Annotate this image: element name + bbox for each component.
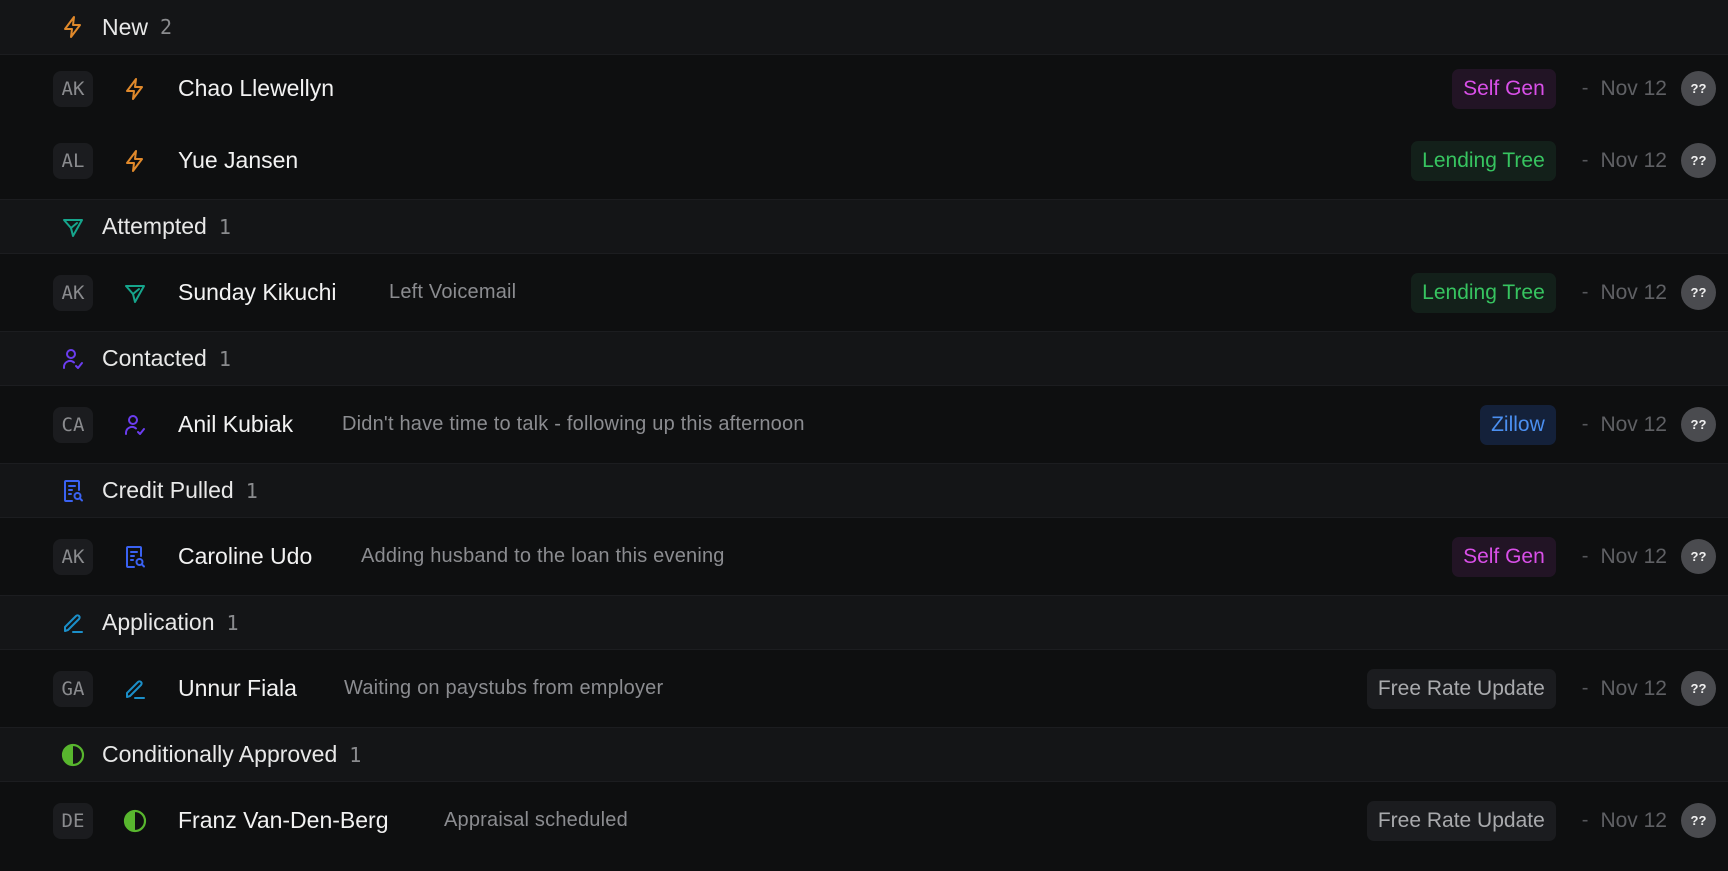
assignee-initials: AL bbox=[53, 142, 93, 179]
owner-avatar[interactable]: ?? bbox=[1681, 143, 1716, 178]
lead-note: Appraisal scheduled bbox=[444, 809, 628, 831]
group-title: Attempted bbox=[102, 213, 207, 239]
assignee-initials: GA bbox=[53, 670, 93, 707]
date-label: Nov 12 bbox=[1600, 280, 1667, 304]
lead-row[interactable]: AK Sunday Kikuchi Left Voicemail Lending… bbox=[0, 254, 1728, 331]
group-title: Application bbox=[102, 609, 215, 635]
source-tag[interactable]: Lending Tree bbox=[1411, 140, 1556, 181]
lead-row[interactable]: AL Yue Jansen Lending Tree - Nov 12 ?? bbox=[0, 122, 1728, 199]
owner-avatar[interactable]: ?? bbox=[1681, 71, 1716, 106]
row-meta: Lending Tree - Nov 12 ?? bbox=[1411, 272, 1716, 313]
row-meta: Free Rate Update - Nov 12 ?? bbox=[1366, 800, 1716, 841]
group-count: 1 bbox=[218, 346, 231, 371]
date-label: Nov 12 bbox=[1600, 808, 1667, 832]
source-tag[interactable]: Free Rate Update bbox=[1366, 800, 1556, 841]
pipeline-list: New 2 AK Chao Llewellyn Self Gen - Nov 1… bbox=[0, 0, 1728, 871]
group-count: 1 bbox=[218, 214, 231, 239]
owner-avatar[interactable]: ?? bbox=[1681, 275, 1716, 310]
lead-note: Didn't have time to talk - following up … bbox=[342, 413, 805, 435]
group-header-application[interactable]: Application 1 bbox=[0, 595, 1728, 650]
row-meta: Self Gen - Nov 12 ?? bbox=[1452, 536, 1716, 577]
separator: - bbox=[1581, 809, 1589, 831]
group-header-new[interactable]: New 2 bbox=[0, 0, 1728, 55]
date-label: Nov 12 bbox=[1600, 544, 1667, 568]
group-title: Conditionally Approved bbox=[102, 741, 338, 767]
group-title: Credit Pulled bbox=[102, 477, 234, 503]
assignee-initials: AK bbox=[53, 274, 93, 311]
owner-avatar[interactable]: ?? bbox=[1681, 407, 1716, 442]
source-tag[interactable]: Free Rate Update bbox=[1366, 668, 1556, 709]
row-meta: Zillow - Nov 12 ?? bbox=[1480, 404, 1716, 445]
group-count: 1 bbox=[349, 742, 362, 767]
owner-avatar[interactable]: ?? bbox=[1681, 671, 1716, 706]
source-tag[interactable]: Lending Tree bbox=[1411, 272, 1556, 313]
group-header-contacted[interactable]: Contacted 1 bbox=[0, 331, 1728, 386]
lead-note: Adding husband to the loan this evening bbox=[361, 545, 725, 567]
lightning-icon bbox=[122, 148, 148, 174]
source-tag[interactable]: Self Gen bbox=[1452, 536, 1556, 577]
assignee-initials: DE bbox=[53, 802, 93, 839]
date-label: Nov 12 bbox=[1600, 412, 1667, 436]
lead-note: Left Voicemail bbox=[389, 281, 517, 303]
pen-icon bbox=[60, 610, 86, 636]
lead-name[interactable]: Anil Kubiak bbox=[178, 411, 293, 438]
assignee-initials: CA bbox=[53, 406, 93, 443]
assignee-initials: AK bbox=[53, 70, 93, 107]
lead-name[interactable]: Chao Llewellyn bbox=[178, 75, 334, 102]
document-search-icon bbox=[60, 478, 86, 504]
user-check-icon bbox=[60, 346, 86, 372]
group-header-conditionally-approved[interactable]: Conditionally Approved 1 bbox=[0, 727, 1728, 782]
lead-row[interactable]: CA Anil Kubiak Didn't have time to talk … bbox=[0, 386, 1728, 463]
lead-name[interactable]: Unnur Fiala bbox=[178, 675, 297, 702]
row-meta: Self Gen - Nov 12 ?? bbox=[1452, 68, 1716, 109]
lead-name[interactable]: Caroline Udo bbox=[178, 543, 312, 570]
separator: - bbox=[1581, 77, 1589, 99]
lightning-icon bbox=[122, 76, 148, 102]
source-tag[interactable]: Zillow bbox=[1480, 404, 1556, 445]
separator: - bbox=[1581, 281, 1589, 303]
pen-icon bbox=[122, 676, 148, 702]
separator: - bbox=[1581, 677, 1589, 699]
separator: - bbox=[1581, 413, 1589, 435]
send-icon bbox=[60, 214, 86, 240]
separator: - bbox=[1581, 545, 1589, 567]
lead-row[interactable]: GA Unnur Fiala Waiting on paystubs from … bbox=[0, 650, 1728, 727]
group-header-attempted[interactable]: Attempted 1 bbox=[0, 199, 1728, 254]
owner-avatar[interactable]: ?? bbox=[1681, 803, 1716, 838]
source-tag[interactable]: Self Gen bbox=[1452, 68, 1556, 109]
owner-avatar[interactable]: ?? bbox=[1681, 539, 1716, 574]
assignee-initials: AK bbox=[53, 538, 93, 575]
date-label: Nov 12 bbox=[1600, 76, 1667, 100]
lightning-icon bbox=[60, 14, 86, 40]
document-search-icon bbox=[122, 544, 148, 570]
group-count: 1 bbox=[226, 610, 239, 635]
group-title: New bbox=[102, 13, 149, 40]
separator: - bbox=[1581, 149, 1589, 171]
row-meta: Free Rate Update - Nov 12 ?? bbox=[1366, 668, 1716, 709]
date-label: Nov 12 bbox=[1600, 676, 1667, 700]
lead-row[interactable]: DE Franz Van-Den-Berg Appraisal schedule… bbox=[0, 782, 1728, 859]
row-meta: Lending Tree - Nov 12 ?? bbox=[1411, 140, 1716, 181]
lead-row[interactable]: AK Chao Llewellyn Self Gen - Nov 12 ?? bbox=[0, 55, 1728, 122]
lead-row[interactable]: AK Caroline Udo Adding husband to the lo… bbox=[0, 518, 1728, 595]
date-label: Nov 12 bbox=[1600, 148, 1667, 172]
lead-name[interactable]: Yue Jansen bbox=[178, 147, 298, 174]
half-circle-icon bbox=[122, 808, 148, 834]
lead-name[interactable]: Sunday Kikuchi bbox=[178, 279, 337, 306]
group-header-credit-pulled[interactable]: Credit Pulled 1 bbox=[0, 463, 1728, 518]
lead-name[interactable]: Franz Van-Den-Berg bbox=[178, 807, 389, 834]
group-count: 2 bbox=[160, 15, 173, 39]
user-check-icon bbox=[122, 412, 148, 438]
lead-note: Waiting on paystubs from employer bbox=[344, 677, 664, 699]
send-icon bbox=[122, 280, 148, 306]
group-count: 1 bbox=[245, 478, 258, 503]
half-circle-icon bbox=[60, 742, 86, 768]
group-title: Contacted bbox=[102, 345, 207, 371]
